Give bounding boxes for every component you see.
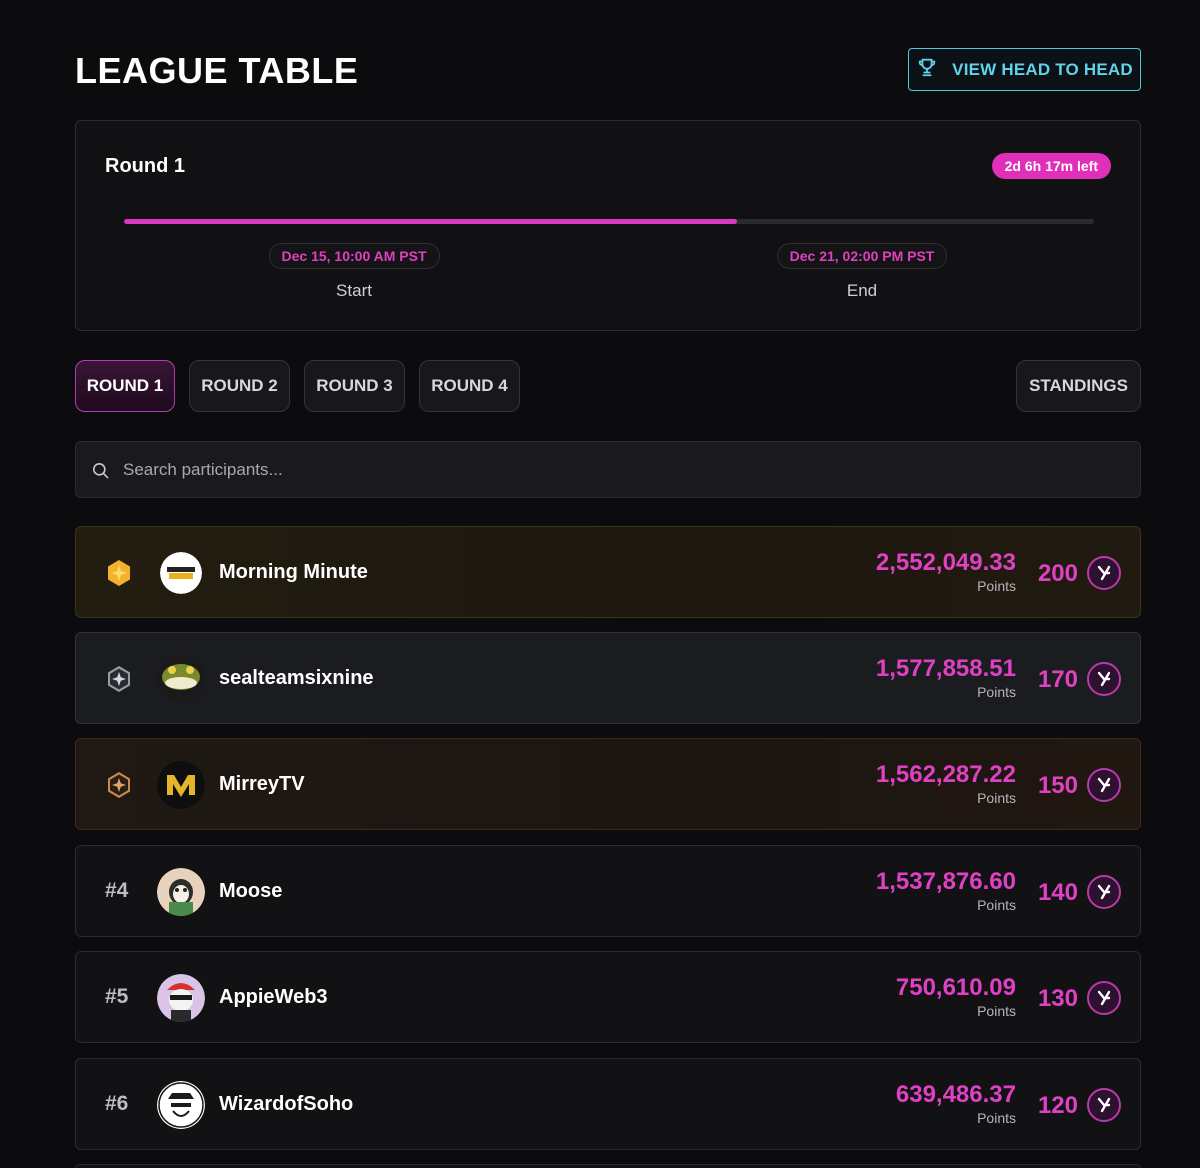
silver-medal-icon (108, 666, 130, 692)
table-row[interactable]: #4 Moose 1,537,876.60 Points 140 (75, 845, 1141, 937)
rank-number: #4 (105, 879, 129, 902)
search-icon (92, 462, 109, 479)
tab-round-1[interactable]: ROUND 1 (75, 360, 175, 412)
points-unit: Points (977, 578, 1016, 594)
trophy-icon (916, 56, 938, 83)
table-row[interactable]: #5 AppieWeb3 750,610.09 Points 130 (75, 951, 1141, 1043)
token-icon (1087, 981, 1121, 1015)
round-info-card: Round 1 2d 6h 17m left Dec 15, 10:00 AM … (75, 120, 1141, 331)
points-block: 2,552,049.33 Points (876, 549, 1016, 594)
tab-round-2[interactable]: ROUND 2 (189, 360, 290, 412)
avatar (157, 1081, 205, 1129)
rank-number: #5 (105, 985, 129, 1008)
table-row-partial (75, 1164, 1141, 1168)
points-block: 1,562,287.22 Points (876, 761, 1016, 806)
reward-value: 170 (1037, 666, 1078, 693)
table-row[interactable]: Morning Minute 2,552,049.33 Points 200 (75, 526, 1141, 618)
round-progress-fill (124, 219, 738, 224)
reward-value: 130 (1037, 985, 1078, 1012)
round-end: Dec 21, 02:00 PM PST End (776, 243, 948, 301)
table-row[interactable]: #6 WizardofSoho 639,486.37 Points 120 (75, 1058, 1141, 1150)
start-date: Dec 15, 10:00 AM PST (268, 243, 440, 269)
reward-value: 140 (1037, 879, 1078, 906)
points-block: 1,537,876.60 Points (876, 868, 1016, 913)
reward-value: 200 (1037, 560, 1078, 587)
points-unit: Points (977, 1110, 1016, 1126)
token-icon (1087, 556, 1121, 590)
round-tabs: ROUND 1 ROUND 2 ROUND 3 ROUND 4 STANDING… (75, 360, 1141, 412)
view-head-to-head-label: VIEW HEAD TO HEAD (952, 59, 1133, 79)
participant-name: WizardofSoho (219, 1093, 354, 1115)
points-unit: Points (977, 790, 1016, 806)
participant-name: Morning Minute (219, 561, 368, 583)
participant-name: MirreyTV (219, 773, 305, 795)
token-icon (1087, 875, 1121, 909)
points-value: 1,537,876.60 (875, 868, 1016, 895)
points-block: 750,610.09 Points (896, 974, 1016, 1019)
reward-value: 150 (1037, 772, 1078, 799)
points-value: 1,562,287.22 (875, 761, 1016, 788)
search-bar (75, 441, 1141, 498)
round-progress-bar (124, 219, 1094, 224)
table-row[interactable]: MirreyTV 1,562,287.22 Points 150 (75, 738, 1141, 830)
gold-medal-icon (108, 560, 130, 586)
table-row[interactable]: sealteamsixnine 1,577,858.51 Points 170 (75, 632, 1141, 724)
points-block: 639,486.37 Points (896, 1081, 1016, 1126)
token-icon (1087, 1088, 1121, 1122)
participant-name: AppieWeb3 (219, 986, 328, 1008)
standings-button[interactable]: STANDINGS (1016, 360, 1141, 412)
avatar (157, 868, 205, 916)
token-icon (1087, 662, 1121, 696)
time-left-badge: 2d 6h 17m left (991, 153, 1111, 179)
points-unit: Points (977, 897, 1016, 913)
bronze-medal-icon (108, 772, 130, 798)
tab-round-4[interactable]: ROUND 4 (419, 360, 520, 412)
points-value: 1,577,858.51 (875, 655, 1016, 682)
end-date: Dec 21, 02:00 PM PST (776, 243, 948, 269)
view-head-to-head-button[interactable]: VIEW HEAD TO HEAD (908, 48, 1141, 91)
token-icon (1087, 768, 1121, 802)
points-value: 639,486.37 (895, 1081, 1016, 1108)
points-block: 1,577,858.51 Points (876, 655, 1016, 700)
avatar (157, 761, 205, 809)
points-value: 750,610.09 (895, 974, 1016, 1001)
tab-round-3[interactable]: ROUND 3 (304, 360, 405, 412)
avatar (160, 552, 202, 594)
points-unit: Points (977, 684, 1016, 700)
reward-value: 120 (1037, 1092, 1078, 1119)
page-title: LEAGUE TABLE (75, 50, 359, 91)
round-title: Round 1 (105, 155, 185, 177)
participant-name: sealteamsixnine (219, 667, 374, 689)
page-header: LEAGUE TABLE VIEW HEAD TO HEAD (75, 48, 1141, 92)
points-unit: Points (977, 1003, 1016, 1019)
rank-number: #6 (105, 1092, 129, 1115)
end-label: End (846, 281, 878, 300)
avatar (157, 974, 205, 1022)
start-label: Start (336, 281, 372, 300)
participant-name: Moose (219, 880, 283, 902)
search-input[interactable] (123, 442, 1123, 497)
points-value: 2,552,049.33 (875, 549, 1016, 576)
avatar (157, 655, 205, 703)
round-start: Dec 15, 10:00 AM PST Start (268, 243, 440, 301)
